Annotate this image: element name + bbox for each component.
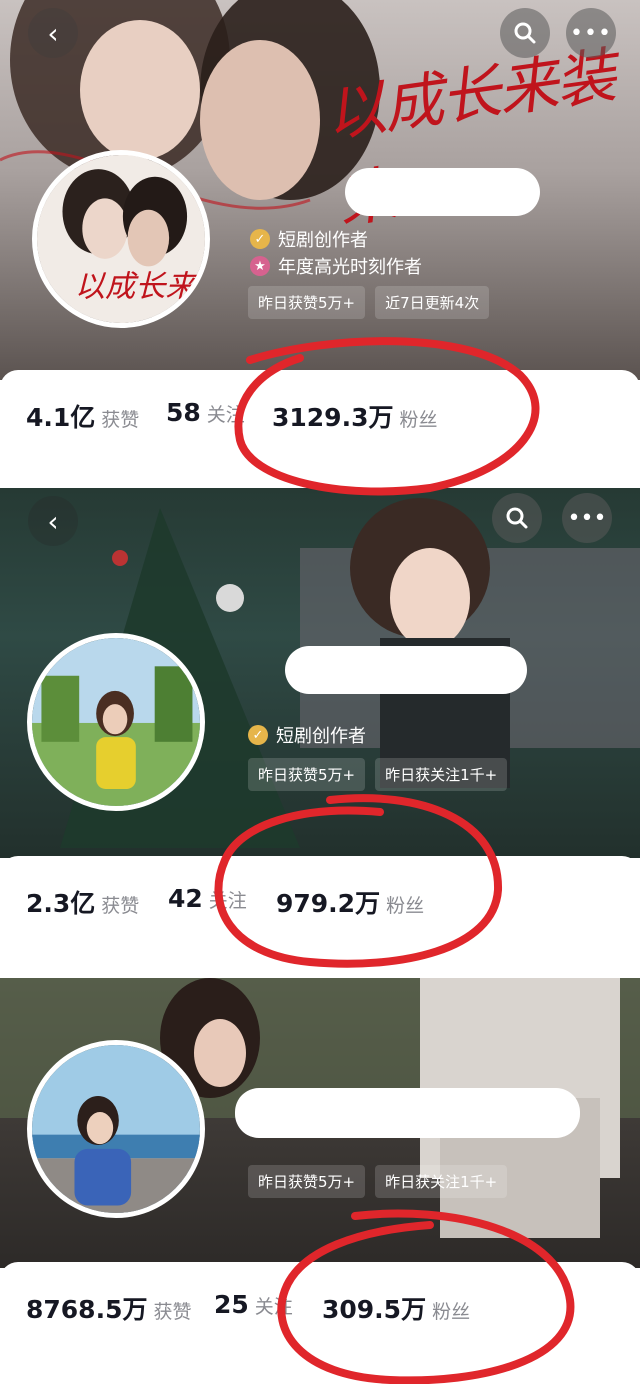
likes-stat[interactable]: 8768.5万 获赞 — [26, 1290, 192, 1326]
badge-label: 短剧创作者 — [278, 230, 368, 251]
stats-card: 8768.5万 获赞 25 关注 309.5万 粉丝 — [0, 1262, 640, 1384]
more-dots-icon: ••• — [570, 20, 612, 46]
username-redacted — [285, 646, 527, 694]
avatar-image — [32, 1045, 200, 1213]
creator-badge: ✓ 短剧创作者 — [250, 226, 368, 252]
stats-card: 2.3亿 获赞 42 关注 979.2万 粉丝 — [0, 856, 640, 978]
chevron-left-icon: ‹ — [47, 16, 59, 50]
username-redacted — [345, 168, 540, 216]
activity-chip: 昨日获赞5万+ — [248, 1165, 366, 1198]
activity-chip: 昨日获赞5万+ — [248, 758, 366, 791]
back-button[interactable]: ‹ — [28, 496, 78, 546]
activity-chips: 昨日获赞5万+ 昨日获关注1千+ — [248, 1165, 508, 1198]
following-stat[interactable]: 58 关注 — [166, 398, 245, 427]
activity-chip: 昨日获赞5万+ — [248, 286, 366, 319]
search-icon — [506, 507, 528, 529]
activity-chips: 昨日获赞5万+ 昨日获关注1千+ — [248, 758, 508, 791]
search-button[interactable] — [500, 8, 550, 58]
star-badge-icon: ★ — [250, 256, 270, 276]
following-stat[interactable]: 25 关注 — [214, 1290, 293, 1319]
stats-card: 4.1亿 获赞 58 关注 3129.3万 粉丝 — [0, 370, 640, 488]
creator-badge: ✓ 短剧创作者 — [248, 722, 366, 748]
more-dots-icon: ••• — [567, 505, 607, 531]
followers-stat[interactable]: 979.2万 粉丝 — [276, 884, 424, 920]
avatar-image: 以成长来 — [37, 155, 205, 323]
more-button[interactable]: ••• — [562, 493, 612, 543]
badge-label: 年度高光时刻作者 — [278, 257, 422, 278]
profile-panel-1: 以成长来装束 ‹ ••• 以成长来 ✓ 短剧创作者 ★ 年度高光时刻作者 昨日获… — [0, 0, 640, 488]
badge-label: 短剧创作者 — [276, 726, 366, 747]
more-button[interactable]: ••• — [566, 8, 616, 58]
highlight-badge: ★ 年度高光时刻作者 — [250, 253, 422, 279]
activity-chip: 昨日获关注1千+ — [375, 758, 508, 791]
avatar-image — [32, 638, 200, 806]
chevron-left-icon: ‹ — [47, 504, 59, 538]
following-stat[interactable]: 42 关注 — [168, 884, 247, 913]
followers-stat[interactable]: 3129.3万 粉丝 — [272, 398, 438, 434]
avatar[interactable]: 以成长来 — [32, 150, 210, 328]
activity-chip: 近7日更新4次 — [375, 286, 490, 319]
search-icon — [514, 22, 536, 44]
profile-panel-3: 昨日获赞5万+ 昨日获关注1千+ 8768.5万 获赞 25 关注 309.5万… — [0, 978, 640, 1384]
avatar[interactable] — [27, 1040, 205, 1218]
svg-text:以成长来: 以成长来 — [75, 270, 199, 305]
back-button[interactable]: ‹ — [28, 8, 78, 58]
check-badge-icon: ✓ — [248, 725, 268, 745]
profile-panel-2: ‹ ••• ✓ 短剧创作者 昨日获赞5万+ 昨日获关注1千+ 2.3亿 获赞 4… — [0, 488, 640, 978]
activity-chips: 昨日获赞5万+ 近7日更新4次 — [248, 286, 490, 319]
username-redacted — [235, 1088, 580, 1138]
avatar[interactable] — [27, 633, 205, 811]
search-button[interactable] — [492, 493, 542, 543]
likes-stat[interactable]: 4.1亿 获赞 — [26, 398, 139, 434]
activity-chip: 昨日获关注1千+ — [375, 1165, 508, 1198]
likes-stat[interactable]: 2.3亿 获赞 — [26, 884, 139, 920]
check-badge-icon: ✓ — [250, 229, 270, 249]
followers-stat[interactable]: 309.5万 粉丝 — [322, 1290, 470, 1326]
